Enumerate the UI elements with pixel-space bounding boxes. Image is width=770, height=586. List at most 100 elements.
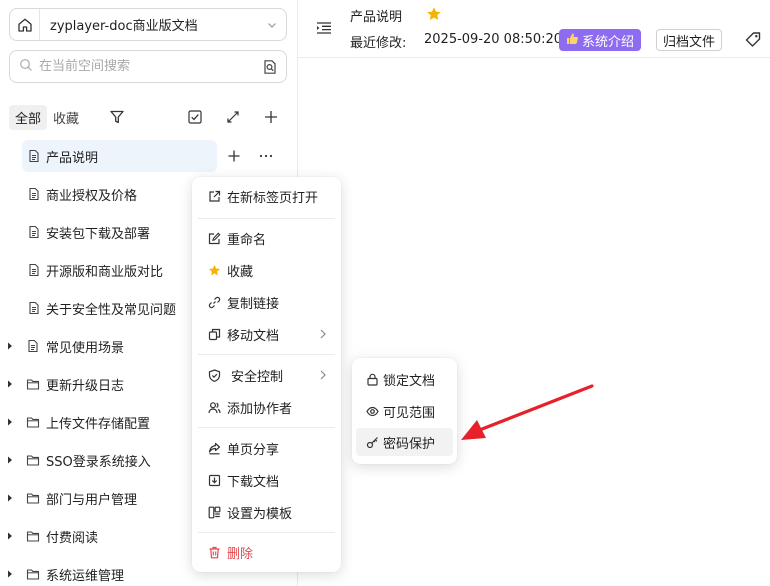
search-input[interactable] <box>39 59 254 74</box>
checkbox-icon[interactable] <box>183 105 207 129</box>
space-selector[interactable]: zyplayer-doc商业版文档 <box>9 8 287 41</box>
link-icon <box>207 295 221 309</box>
tree-item-label: 付费阅读 <box>46 530 99 546</box>
template-icon <box>207 505 221 519</box>
archive-button[interactable]: 归档文件 <box>656 29 723 51</box>
menu-item-label: 重命名 <box>227 232 267 248</box>
search-box <box>9 50 287 83</box>
submenu-item-password-protect[interactable]: 密码保护 <box>356 428 453 456</box>
caret-right-icon[interactable] <box>6 569 14 579</box>
chevron-right-icon <box>319 328 327 340</box>
tree-item-label: 部门与用户管理 <box>46 492 138 508</box>
menu-item-share-page[interactable]: 单页分享 <box>198 434 335 462</box>
eye-icon <box>365 404 379 418</box>
caret-right-icon[interactable] <box>6 341 14 351</box>
doc-header: 产品说明 最近修改: 2025-09-20 08:50:20 系统介绍 归档文件 <box>298 0 770 58</box>
menu-item-label: 安全控制 <box>231 369 284 385</box>
users-icon <box>207 400 221 414</box>
tree-item-label: SSO登录系统接入 <box>46 454 151 470</box>
caret-right-icon[interactable] <box>6 531 14 541</box>
tree-item-label: 更新升级日志 <box>46 378 125 394</box>
tree-item-product-intro[interactable]: 产品说明 <box>0 137 298 175</box>
home-icon[interactable] <box>10 9 40 40</box>
menu-item-move-doc[interactable]: 移动文档 <box>198 320 335 348</box>
caret-right-icon[interactable] <box>6 379 14 389</box>
document-icon <box>27 225 41 239</box>
system-intro-badge[interactable]: 系统介绍 <box>559 29 642 51</box>
outline-toggle-icon[interactable] <box>314 18 334 38</box>
tree-item-label: 关于安全性及常见问题 <box>46 302 177 318</box>
menu-item-label: 下载文档 <box>227 474 280 490</box>
lock-icon <box>365 372 379 386</box>
space-name: zyplayer-doc商业版文档 <box>50 19 198 34</box>
menu-item-label: 单页分享 <box>227 442 280 458</box>
caret-right-icon[interactable] <box>6 493 14 503</box>
tree-item-label: 系统运维管理 <box>46 568 125 584</box>
search-icon <box>19 58 33 76</box>
document-icon <box>26 339 40 353</box>
menu-item-security-control[interactable]: 安全控制 <box>198 361 335 389</box>
tab-favorites[interactable]: 收藏 <box>47 105 85 130</box>
advanced-search-icon[interactable] <box>254 59 286 75</box>
system-intro-label: 系统介绍 <box>582 34 635 50</box>
external-link-icon <box>207 189 221 203</box>
menu-item-label: 在新标签页打开 <box>227 190 319 206</box>
menu-item-label: 删除 <box>227 546 254 562</box>
menu-item-copy-link[interactable]: 复制链接 <box>198 288 335 316</box>
menu-item-delete[interactable]: 删除 <box>198 538 335 566</box>
caret-right-icon[interactable] <box>6 417 14 427</box>
more-icon[interactable] <box>256 146 276 166</box>
tree-item-label: 安装包下载及部署 <box>46 226 151 242</box>
thumbs-up-icon <box>566 32 579 49</box>
add-child-icon[interactable] <box>224 146 244 166</box>
menu-item-label: 移动文档 <box>227 328 280 344</box>
star-icon[interactable] <box>426 6 442 22</box>
add-icon[interactable] <box>259 105 283 129</box>
chevron-down-icon <box>258 19 286 31</box>
chevron-right-icon <box>319 369 327 381</box>
document-icon <box>27 263 41 277</box>
document-icon <box>27 187 41 201</box>
tag-icon[interactable] <box>744 31 762 49</box>
menu-item-download[interactable]: 下载文档 <box>198 466 335 494</box>
tree-item-label: 常见使用场景 <box>46 340 125 356</box>
tree-item-label: 上传文件存储配置 <box>46 416 151 432</box>
menu-item-favorite[interactable]: 收藏 <box>198 256 335 284</box>
security-submenu: 锁定文档 可见范围 密码保护 <box>352 358 457 464</box>
tab-all[interactable]: 全部 <box>9 104 48 130</box>
submenu-item-lock-doc[interactable]: 锁定文档 <box>356 365 453 393</box>
expand-icon[interactable] <box>221 105 245 129</box>
menu-item-set-template[interactable]: 设置为模板 <box>198 498 335 526</box>
filter-icon[interactable] <box>105 105 129 129</box>
folder-icon <box>26 415 40 429</box>
menu-item-label: 复制链接 <box>227 296 280 312</box>
caret-right-icon[interactable] <box>6 455 14 465</box>
share-icon <box>207 441 221 455</box>
context-menu: 在新标签页打开 重命名 收藏 复制链接 移动文档 安全控制 添加协作者 单页分享… <box>192 177 341 572</box>
folder-icon <box>26 453 40 467</box>
menu-item-label: 添加协作者 <box>227 401 293 417</box>
menu-item-open-new-tab[interactable]: 在新标签页打开 <box>198 182 335 210</box>
submenu-item-visibility[interactable]: 可见范围 <box>356 397 453 425</box>
shield-icon <box>207 368 221 382</box>
last-modified-time: 2025-09-20 08:50:20 <box>424 32 563 47</box>
menu-item-label: 设置为模板 <box>227 506 293 522</box>
star-icon <box>207 263 221 277</box>
last-modified-label: 最近修改: <box>350 36 407 51</box>
tree-item-label: 开源版和商业版对比 <box>46 264 164 280</box>
folder-icon <box>26 567 40 581</box>
folder-icon <box>26 377 40 391</box>
tree-item-label: 商业授权及价格 <box>46 188 138 204</box>
doc-title: 产品说明 <box>350 10 403 25</box>
key-icon <box>365 435 379 449</box>
trash-icon <box>207 545 221 559</box>
submenu-item-label: 锁定文档 <box>383 373 436 389</box>
folder-icon <box>26 529 40 543</box>
menu-item-label: 收藏 <box>227 264 254 280</box>
menu-item-add-collaborator[interactable]: 添加协作者 <box>198 393 335 421</box>
document-icon <box>27 149 41 163</box>
tree-tabs: 全部 收藏 <box>9 104 291 130</box>
move-icon <box>207 327 221 341</box>
menu-item-rename[interactable]: 重命名 <box>198 224 335 252</box>
download-icon <box>207 473 221 487</box>
